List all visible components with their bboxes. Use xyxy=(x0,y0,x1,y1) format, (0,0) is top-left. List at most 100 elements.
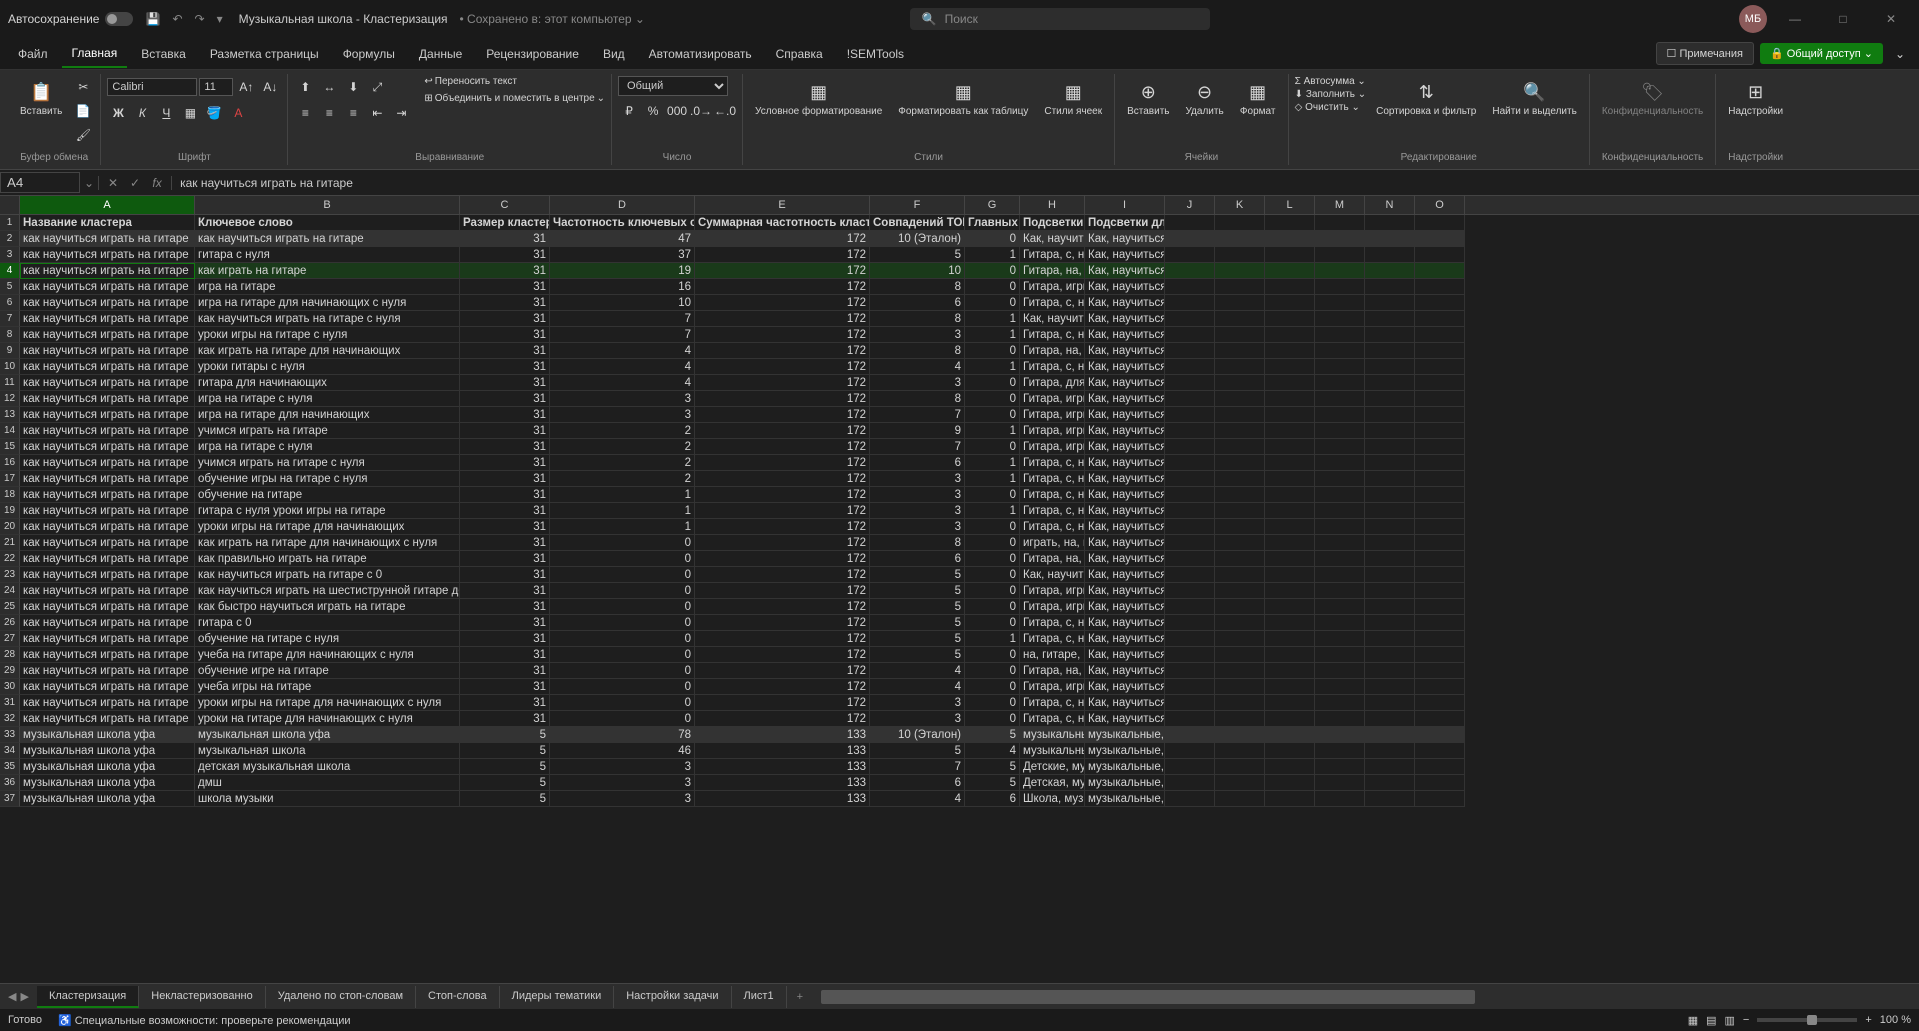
cell[interactable] xyxy=(1215,759,1265,775)
cell[interactable] xyxy=(1415,327,1465,343)
cell[interactable]: 3 xyxy=(870,711,965,727)
cell[interactable]: 3 xyxy=(870,487,965,503)
cell[interactable]: как научиться играть на гитаре с 0 xyxy=(195,567,460,583)
cell[interactable] xyxy=(1365,583,1415,599)
row-header[interactable]: 1 xyxy=(0,215,20,231)
cell[interactable]: музыкальные, школы, ДМШ, Уфе, Музыкальны… xyxy=(1085,775,1165,791)
row-header[interactable]: 34 xyxy=(0,743,20,759)
cell[interactable]: 0 xyxy=(965,535,1020,551)
sheet-tab[interactable]: Стоп-слова xyxy=(416,986,500,1008)
row-header[interactable]: 35 xyxy=(0,759,20,775)
cell[interactable] xyxy=(1415,535,1465,551)
cell[interactable]: 31 xyxy=(460,535,550,551)
cell[interactable]: как научиться играть на гитаре xyxy=(20,535,195,551)
cell[interactable] xyxy=(1365,791,1415,807)
cell[interactable] xyxy=(1165,791,1215,807)
cell[interactable]: как научиться играть на гитаре xyxy=(20,599,195,615)
cell[interactable] xyxy=(1215,295,1265,311)
cell[interactable]: 31 xyxy=(460,295,550,311)
cell[interactable]: Как, научиться, играть, на, гитаре, обуч… xyxy=(1085,407,1165,423)
cell[interactable]: обучение игры на гитаре с нуля xyxy=(195,471,460,487)
cell[interactable] xyxy=(1265,775,1315,791)
cell[interactable] xyxy=(1315,743,1365,759)
sheet-tab[interactable]: Некластеризованно xyxy=(139,986,265,1008)
cell[interactable] xyxy=(1215,343,1265,359)
cell[interactable] xyxy=(1365,615,1415,631)
cell[interactable] xyxy=(1315,455,1365,471)
cell[interactable] xyxy=(1415,615,1465,631)
cell[interactable]: уроки на гитаре для начинающих с нуля xyxy=(195,711,460,727)
cell[interactable] xyxy=(1415,599,1465,615)
cell[interactable] xyxy=(1365,503,1415,519)
cell[interactable] xyxy=(1365,423,1415,439)
cell[interactable] xyxy=(1365,487,1415,503)
cell[interactable]: как научиться играть на гитаре xyxy=(20,631,195,647)
decrease-font-icon[interactable]: A↓ xyxy=(259,76,281,98)
bold-icon[interactable]: Ж xyxy=(107,102,129,124)
cell[interactable] xyxy=(1215,439,1265,455)
cell[interactable]: 0 xyxy=(550,663,695,679)
ribbon-tab[interactable]: Формулы xyxy=(333,41,405,67)
cell[interactable]: Как, научиться, играть, на, гитаре, обуч… xyxy=(1085,503,1165,519)
cell[interactable]: как правильно играть на гитаре xyxy=(195,551,460,567)
cell[interactable] xyxy=(1315,311,1365,327)
cell[interactable]: Гитара, на, игре, играть xyxy=(1020,663,1085,679)
cell[interactable] xyxy=(1265,391,1315,407)
cell[interactable]: 133 xyxy=(695,791,870,807)
cell[interactable] xyxy=(1315,247,1365,263)
cell[interactable] xyxy=(1365,759,1415,775)
cell[interactable] xyxy=(1315,327,1365,343)
column-header[interactable]: I xyxy=(1085,196,1165,214)
column-header[interactable]: E xyxy=(695,196,870,214)
cell[interactable]: 4 xyxy=(550,343,695,359)
cell[interactable]: 0 xyxy=(965,599,1020,615)
cell[interactable] xyxy=(1165,263,1215,279)
cell[interactable]: 31 xyxy=(460,439,550,455)
ribbon-tab[interactable]: Вставка xyxy=(131,41,196,67)
align-bottom-icon[interactable]: ⬇ xyxy=(342,76,364,98)
ribbon-tab[interactable]: Автоматизировать xyxy=(639,41,762,67)
cell[interactable]: 7 xyxy=(550,311,695,327)
cell[interactable]: 31 xyxy=(460,487,550,503)
cell[interactable]: 172 xyxy=(695,407,870,423)
percent-icon[interactable]: % xyxy=(642,100,664,122)
cell[interactable] xyxy=(1315,279,1365,295)
column-header[interactable]: K xyxy=(1215,196,1265,214)
cell[interactable]: 172 xyxy=(695,583,870,599)
maximize-button[interactable]: □ xyxy=(1823,4,1863,34)
format-painter-icon[interactable]: 🖌 xyxy=(72,124,94,146)
decrease-decimal-icon[interactable]: ←.0 xyxy=(714,100,736,122)
cell[interactable]: 172 xyxy=(695,631,870,647)
zoom-slider[interactable] xyxy=(1757,1018,1857,1022)
cell[interactable]: Как, научиться, играть, на, гитаре, обуч… xyxy=(1085,535,1165,551)
header-cell[interactable]: Подсветки xyxy=(1020,215,1085,231)
cell[interactable]: гитара с нуля xyxy=(195,247,460,263)
cell[interactable]: Гитара, на, игре, играть xyxy=(1020,551,1085,567)
cell[interactable] xyxy=(1365,359,1415,375)
cell[interactable]: 172 xyxy=(695,327,870,343)
cell[interactable]: 172 xyxy=(695,711,870,727)
cell[interactable]: как научиться играть на гитаре xyxy=(20,663,195,679)
cell[interactable]: 5 xyxy=(460,743,550,759)
cell[interactable]: Гитара, игры, на, гитаре xyxy=(1020,423,1085,439)
cell[interactable]: 0 xyxy=(965,551,1020,567)
cell[interactable]: 31 xyxy=(460,663,550,679)
cell[interactable]: 8 xyxy=(870,343,965,359)
cell[interactable] xyxy=(1165,471,1215,487)
user-avatar[interactable]: МБ xyxy=(1739,5,1767,33)
cell[interactable]: музыкальные, школы, / xyxy=(1020,727,1085,743)
cell[interactable]: 5 xyxy=(460,791,550,807)
cell[interactable]: 7 xyxy=(550,327,695,343)
cell[interactable]: 3 xyxy=(550,759,695,775)
cell[interactable]: 0 xyxy=(550,631,695,647)
cell[interactable]: как научиться играть на гитаре xyxy=(20,519,195,535)
cell[interactable]: как научиться играть на гитаре xyxy=(20,327,195,343)
cell[interactable]: игра на гитаре для начинающих с нуля xyxy=(195,295,460,311)
cell[interactable] xyxy=(1315,759,1365,775)
cell[interactable] xyxy=(1165,727,1215,743)
cell[interactable] xyxy=(1315,391,1365,407)
cell[interactable]: школа музыки xyxy=(195,791,460,807)
cell[interactable] xyxy=(1315,551,1365,567)
cell[interactable] xyxy=(1415,743,1465,759)
cell[interactable] xyxy=(1215,327,1265,343)
